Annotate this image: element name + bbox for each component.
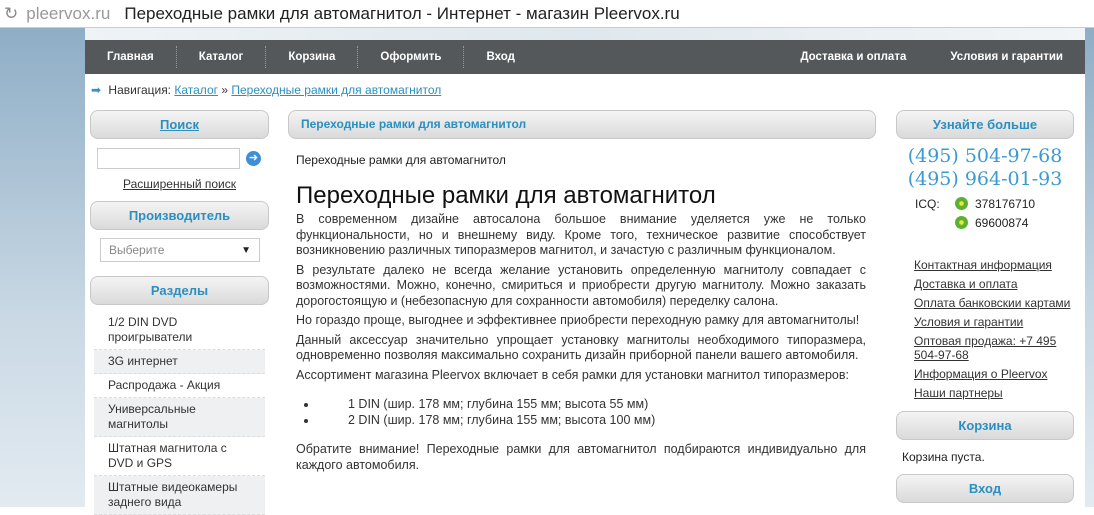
page-title: Переходные рамки для автомагнитол <box>296 182 716 209</box>
arrow-icon: ➡ <box>91 83 102 97</box>
sections-list: 1/2 DIN DVD проигрыватели 3G интернет Ра… <box>94 311 265 515</box>
right-sidebar: Узнайте больше (495) 504-97-68 (495) 964… <box>896 110 1074 503</box>
nav-checkout[interactable]: Оформить <box>358 46 465 68</box>
link-about[interactable]: Информация о Pleervox <box>914 367 1074 381</box>
note-paragraph: Обратите внимание! Переходные рамки для … <box>296 442 866 472</box>
link-delivery[interactable]: Доставка и оплата <box>914 277 1074 291</box>
content-header: Переходные рамки для автомагнитол <box>288 110 876 139</box>
select-value: Выберите <box>109 243 165 257</box>
reload-icon[interactable]: ↻ <box>4 4 18 24</box>
breadcrumb-label: Навигация: <box>108 83 172 97</box>
header-strip <box>85 28 1085 40</box>
paragraph: В современном дизайне автосалона большое… <box>296 212 866 257</box>
icq-flower-icon <box>955 216 968 229</box>
search-header[interactable]: Поиск <box>90 110 269 139</box>
link-card-payment[interactable]: Оплата банковскии картами <box>914 296 1074 310</box>
icq-number: 378176710 <box>975 197 1036 211</box>
list-item: 1 DIN (шир. 178 мм; глубина 155 мм; высо… <box>318 397 876 413</box>
advanced-search-link[interactable]: Расширенный поиск <box>90 177 269 191</box>
info-header: Узнайте больше <box>896 110 1074 139</box>
nav-terms[interactable]: Условия и гарантии <box>928 51 1085 63</box>
nav-home[interactable]: Главная <box>85 46 177 68</box>
nav-delivery[interactable]: Доставка и оплата <box>778 51 928 63</box>
sections-header: Разделы <box>90 276 269 305</box>
top-nav: Главная Каталог Корзина Оформить Вход До… <box>85 40 1085 74</box>
nav-login[interactable]: Вход <box>464 46 536 68</box>
icq-flower-icon <box>955 197 968 210</box>
login-header: Вход <box>896 474 1074 503</box>
paragraph: Данный аксессуар значительно упрощает ус… <box>296 332 866 363</box>
cart-header: Корзина <box>896 411 1074 440</box>
list-item: 2 DIN (шир. 178 мм; глубина 155 мм; высо… <box>318 413 876 429</box>
link-contacts[interactable]: Контактная информация <box>914 258 1074 272</box>
paragraph: Ассортимент магазина Pleervox включает в… <box>296 367 849 382</box>
link-terms[interactable]: Условия и гарантии <box>914 315 1074 329</box>
paragraph: В результате далеко не всегда желание ус… <box>296 262 866 308</box>
size-list: 1 DIN (шир. 178 мм; глубина 155 мм; высо… <box>318 397 876 428</box>
nav-cart[interactable]: Корзина <box>266 46 359 68</box>
search-go-icon[interactable]: ➜ <box>246 151 261 166</box>
section-item[interactable]: Распродажа - Акция <box>94 374 265 398</box>
section-item[interactable]: 3G интернет <box>94 350 265 374</box>
search-input[interactable] <box>97 148 240 169</box>
browser-title-bar: ↻ pleervox.ru Переходные рамки для автом… <box>0 0 1094 28</box>
category-subtitle: Переходные рамки для автомагнитол <box>296 153 506 167</box>
section-item[interactable]: 1/2 DIN DVD проигрыватели <box>94 311 265 350</box>
paragraph: Но гораздо проще, выгоднее и эффективнее… <box>296 313 860 327</box>
icq-label: ICQ: <box>915 197 940 211</box>
search-title[interactable]: Поиск <box>160 117 199 132</box>
info-links: Контактная информация Доставка и оплата … <box>914 258 1074 400</box>
nav-catalog[interactable]: Каталог <box>177 46 267 68</box>
main-content: Переходные рамки для автомагнитол Перехо… <box>288 110 876 477</box>
icq-block: ICQ: 378176710 69600874 <box>915 197 1074 230</box>
phone-2: (495) 964-01-93 <box>907 168 1063 190</box>
section-item[interactable]: Штатная магнитола с DVD и GPS <box>94 437 265 476</box>
section-item[interactable]: Штатные видеокамеры заднего вида <box>94 476 265 515</box>
browser-domain: pleervox.ru <box>26 3 111 23</box>
icq-number: 69600874 <box>975 216 1029 230</box>
cart-empty-message: Корзина пуста. <box>902 450 985 464</box>
section-item[interactable]: Универсальные магнитолы <box>94 398 265 437</box>
manufacturer-select[interactable]: Выберите ▼ <box>100 238 260 262</box>
breadcrumb: ➡ Навигация: Каталог » Переходные рамки … <box>91 83 441 97</box>
phone-1: (495) 504-97-68 <box>907 145 1063 167</box>
manufacturer-header: Производитель <box>90 201 269 230</box>
browser-title: Переходные рамки для автомагнитол - Инте… <box>124 3 680 23</box>
page-container: Главная Каталог Корзина Оформить Вход До… <box>85 28 1085 515</box>
link-partners[interactable]: Наши партнеры <box>914 386 1074 400</box>
link-wholesale[interactable]: Оптовая продажа: +7 495 504-97-68 <box>914 334 1074 362</box>
breadcrumb-current[interactable]: Переходные рамки для автомагнитол <box>231 83 441 97</box>
search-form: ➜ <box>97 148 269 169</box>
breadcrumb-catalog[interactable]: Каталог <box>174 83 218 97</box>
breadcrumb-separator: » <box>221 83 229 97</box>
left-sidebar: Поиск ➜ Расширенный поиск Производитель … <box>90 110 269 515</box>
dropdown-arrow-icon: ▼ <box>241 244 251 256</box>
